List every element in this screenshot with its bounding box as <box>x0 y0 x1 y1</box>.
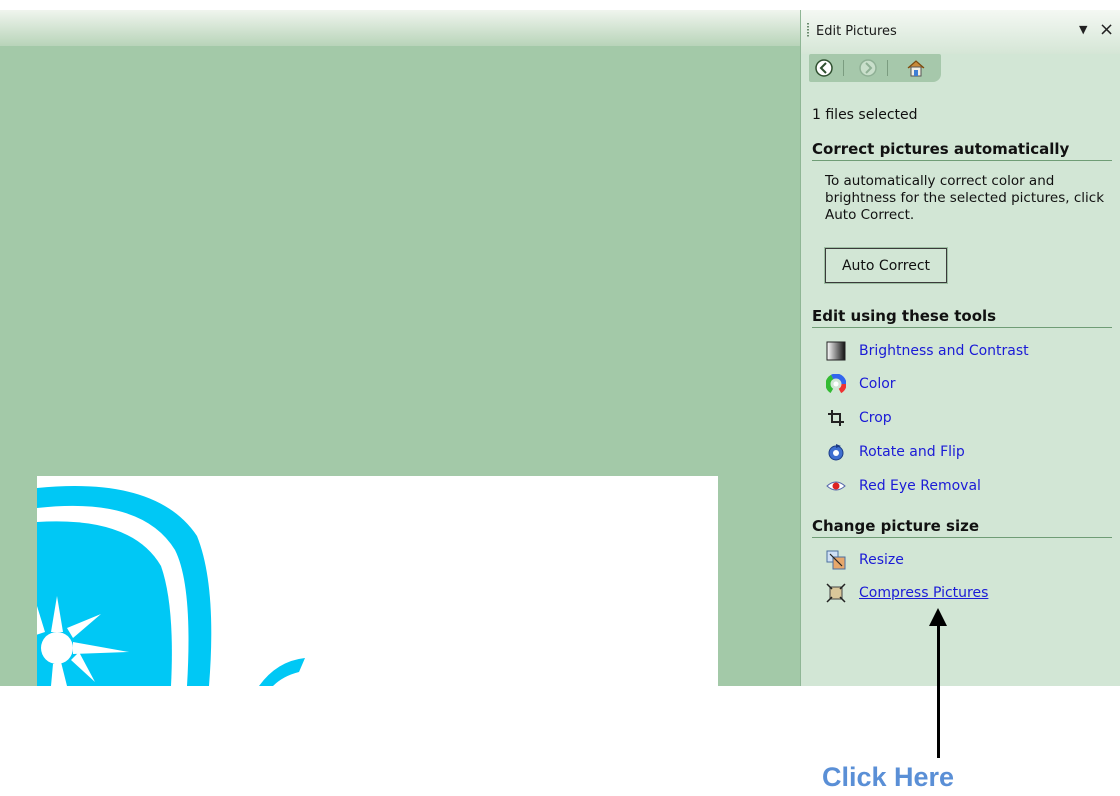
tool-label: Compress Pictures <box>859 585 989 601</box>
home-icon[interactable] <box>905 58 927 78</box>
nav-separator <box>843 60 844 76</box>
tool-color[interactable]: Color <box>825 373 896 395</box>
tool-brightness-contrast[interactable]: Brightness and Contrast <box>825 340 1029 362</box>
click-here-callout: Click Here <box>822 762 955 792</box>
task-pane-navigation <box>809 54 941 82</box>
auto-correct-description: To automatically correct color and brigh… <box>825 173 1105 223</box>
back-icon[interactable] <box>813 58 835 78</box>
edit-pictures-task-pane: Edit Pictures ▼ × 1 files selected Corre… <box>800 10 1120 686</box>
forward-icon[interactable] <box>857 58 879 78</box>
crop-icon <box>825 407 847 429</box>
tool-red-eye-removal[interactable]: Red Eye Removal <box>825 475 981 497</box>
logo-graphic <box>37 486 305 686</box>
close-icon[interactable]: × <box>1099 20 1114 40</box>
task-pane-header: Edit Pictures ▼ × <box>801 10 1120 54</box>
brightness-icon <box>825 340 847 362</box>
callout-arrow-line <box>937 622 940 758</box>
section-heading-edit-tools: Edit using these tools <box>812 307 1112 328</box>
rotate-icon <box>825 441 847 463</box>
nav-separator <box>887 60 888 76</box>
tool-label: Rotate and Flip <box>859 444 965 460</box>
workspace-toolbar-strip <box>0 10 800 46</box>
section-heading-picture-size: Change picture size <box>812 517 1112 538</box>
resize-icon <box>825 549 847 571</box>
tool-label: Color <box>859 376 896 392</box>
tool-label: Resize <box>859 552 904 568</box>
tool-resize[interactable]: Resize <box>825 549 904 571</box>
task-pane-title: Edit Pictures <box>816 24 897 39</box>
red-eye-icon <box>825 475 847 497</box>
tool-compress-pictures[interactable]: Compress Pictures <box>825 582 988 604</box>
tool-label: Crop <box>859 410 892 426</box>
dropdown-arrow-icon[interactable]: ▼ <box>1079 23 1087 36</box>
picture-preview[interactable] <box>37 476 718 686</box>
drag-grip-icon[interactable] <box>807 23 809 37</box>
tool-rotate-flip[interactable]: Rotate and Flip <box>825 441 965 463</box>
compress-icon <box>825 582 847 604</box>
section-heading-auto-correct: Correct pictures automatically <box>812 140 1112 161</box>
color-wheel-icon <box>825 373 847 395</box>
tool-label: Brightness and Contrast <box>859 343 1029 359</box>
tool-crop[interactable]: Crop <box>825 407 892 429</box>
files-selected-label: 1 files selected <box>812 107 918 123</box>
auto-correct-button[interactable]: Auto Correct <box>824 247 948 284</box>
tool-label: Red Eye Removal <box>859 478 981 494</box>
